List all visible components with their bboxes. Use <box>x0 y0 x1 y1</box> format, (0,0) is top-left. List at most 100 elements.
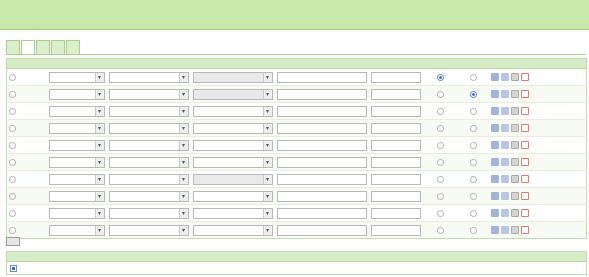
join-table-select[interactable] <box>192 156 273 168</box>
table-select[interactable] <box>48 207 105 219</box>
join-type-select[interactable] <box>108 122 189 134</box>
join-table-select[interactable] <box>192 139 273 151</box>
insert-row-icon[interactable] <box>510 141 519 149</box>
arrow-left-icon[interactable] <box>500 226 509 234</box>
row-select-radio[interactable] <box>9 73 16 81</box>
condition-input[interactable] <box>276 156 367 168</box>
row-select-radio[interactable] <box>9 90 16 98</box>
secondary-radio[interactable] <box>470 124 477 132</box>
secondary-radio[interactable] <box>470 73 477 81</box>
column-header[interactable] <box>274 58 369 69</box>
row-select-radio[interactable] <box>9 107 16 115</box>
secondary-radio[interactable] <box>470 192 477 200</box>
secondary-radio[interactable] <box>470 209 477 217</box>
default-radio[interactable] <box>437 141 444 149</box>
join-type-select[interactable] <box>108 190 189 202</box>
secondary-radio[interactable] <box>470 175 477 183</box>
delete-row-icon[interactable] <box>520 73 529 81</box>
secondary-radio[interactable] <box>470 90 477 98</box>
row-select-radio[interactable] <box>9 124 16 132</box>
insert-row-icon[interactable] <box>510 226 519 234</box>
default-radio[interactable] <box>437 175 444 183</box>
insert-row-icon[interactable] <box>510 124 519 132</box>
insert-row-icon[interactable] <box>510 107 519 115</box>
tab-3[interactable] <box>36 40 50 54</box>
join-type-select[interactable] <box>108 71 189 83</box>
arrow-right-icon[interactable] <box>490 192 499 200</box>
secondary-radio[interactable] <box>470 158 477 166</box>
join-type-select[interactable] <box>108 207 189 219</box>
table-select[interactable] <box>48 224 105 236</box>
arrow-left-icon[interactable] <box>500 192 509 200</box>
default-radio[interactable] <box>437 90 444 98</box>
condition-input[interactable] <box>276 122 367 134</box>
table-select[interactable] <box>48 71 105 83</box>
join-type-select[interactable] <box>108 173 189 185</box>
insert-row-icon[interactable] <box>510 192 519 200</box>
join-table-select[interactable] <box>192 190 273 202</box>
alias-input[interactable] <box>370 156 421 168</box>
arrow-right-icon[interactable] <box>490 90 499 98</box>
arrow-left-icon[interactable] <box>500 107 509 115</box>
column-header[interactable] <box>458 58 489 69</box>
arrow-right-icon[interactable] <box>490 158 499 166</box>
insert-row-icon[interactable] <box>510 73 519 81</box>
arrow-left-icon[interactable] <box>500 158 509 166</box>
condition-input[interactable] <box>276 224 367 236</box>
insert-row-icon[interactable] <box>510 158 519 166</box>
table-select[interactable] <box>48 156 105 168</box>
condition-input[interactable] <box>276 88 367 100</box>
column-header[interactable] <box>488 58 587 69</box>
arrow-left-icon[interactable] <box>500 175 509 183</box>
join-table-select[interactable] <box>192 105 273 117</box>
default-radio[interactable] <box>437 192 444 200</box>
arrow-right-icon[interactable] <box>490 226 499 234</box>
arrow-left-icon[interactable] <box>500 209 509 217</box>
row-select-radio[interactable] <box>9 209 16 217</box>
arrow-left-icon[interactable] <box>500 141 509 149</box>
default-radio[interactable] <box>437 124 444 132</box>
alias-input[interactable] <box>370 88 421 100</box>
checkbox-icon[interactable] <box>10 264 17 272</box>
column-header[interactable] <box>46 58 107 69</box>
insert-row-icon[interactable] <box>510 209 519 217</box>
table-select[interactable] <box>48 190 105 202</box>
table-select[interactable] <box>48 173 105 185</box>
arrow-right-icon[interactable] <box>490 73 499 81</box>
column-header[interactable] <box>6 251 67 262</box>
default-radio[interactable] <box>437 158 444 166</box>
join-type-select[interactable] <box>108 88 189 100</box>
add-row-icon[interactable] <box>6 237 20 246</box>
arrow-left-icon[interactable] <box>500 73 509 81</box>
row-select-radio[interactable] <box>9 192 16 200</box>
secondary-radio[interactable] <box>470 226 477 234</box>
delete-row-icon[interactable] <box>520 209 529 217</box>
column-header[interactable] <box>6 58 47 69</box>
arrow-right-icon[interactable] <box>490 209 499 217</box>
join-table-select[interactable] <box>192 207 273 219</box>
default-radio[interactable] <box>437 226 444 234</box>
table-select[interactable] <box>48 88 105 100</box>
join-type-select[interactable] <box>108 224 189 236</box>
join-table-select[interactable] <box>192 173 273 185</box>
arrow-right-icon[interactable] <box>490 107 499 115</box>
alias-input[interactable] <box>370 105 421 117</box>
arrow-right-icon[interactable] <box>490 175 499 183</box>
join-table-select[interactable] <box>192 122 273 134</box>
arrow-left-icon[interactable] <box>500 90 509 98</box>
condition-input[interactable] <box>276 207 367 219</box>
alias-input[interactable] <box>370 224 421 236</box>
delete-row-icon[interactable] <box>520 124 529 132</box>
row-select-radio[interactable] <box>9 226 16 234</box>
default-radio[interactable] <box>437 107 444 115</box>
tab-2[interactable] <box>21 40 35 54</box>
table-select[interactable] <box>48 105 105 117</box>
tab-1[interactable] <box>6 40 20 54</box>
column-header[interactable] <box>422 58 459 69</box>
row-select-radio[interactable] <box>9 175 16 183</box>
condition-input[interactable] <box>276 71 367 83</box>
condition-input[interactable] <box>276 173 367 185</box>
column-header[interactable] <box>368 58 423 69</box>
tab-5[interactable] <box>66 40 80 54</box>
table-select[interactable] <box>48 122 105 134</box>
